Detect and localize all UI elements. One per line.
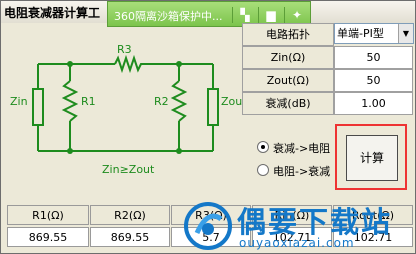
app-window: 电阻衰减器计算工 360隔离沙箱保护中... ▚ ▆ ✦ R3 R1 R2 Zi…	[0, 0, 416, 254]
folder-icon[interactable]: ▆	[262, 6, 280, 24]
sandbox-separator	[284, 7, 285, 23]
pin-icon[interactable]: ✦	[288, 6, 306, 24]
sandbox-folder-icon[interactable]: ▚	[236, 6, 254, 24]
attenuation-row: 衰减(dB) 1.00	[242, 92, 413, 115]
watermark-title: 偶要下载站	[237, 205, 393, 239]
result-header: R2(Ω)	[90, 205, 170, 225]
attenuation-input[interactable]: 1.00	[334, 92, 413, 115]
zout-label: Zout	[221, 95, 243, 108]
calculate-button[interactable]: 计算	[346, 135, 398, 181]
watermark-logo-icon	[184, 202, 232, 250]
r1-label: R1	[81, 95, 96, 108]
site-watermark: 偶要下载站 ouyaoxiazai.com	[183, 199, 415, 253]
result-value: 869.55	[90, 227, 170, 247]
zout-row: Zout(Ω) 50	[242, 69, 413, 92]
topology-value: 单端-PI型	[337, 27, 384, 40]
result-value: 869.55	[7, 227, 89, 247]
zin-row: Zin(Ω) 50	[242, 46, 413, 69]
zout-param-label: Zout(Ω)	[242, 69, 334, 92]
chevron-down-icon[interactable]: ▼	[398, 24, 413, 43]
sandbox-status-text: 360隔离沙箱保护中...	[114, 10, 223, 23]
topology-label: 电路拓扑	[242, 23, 334, 46]
radio-selected-dot	[261, 145, 265, 149]
zin-label: Zin	[10, 95, 28, 108]
sandbox-separator	[258, 7, 259, 23]
zin-input[interactable]: 50	[334, 46, 413, 69]
window-title: 电阻衰减器计算工	[4, 6, 101, 20]
topology-row: 电路拓扑 单端-PI型 ▼	[242, 23, 414, 46]
r3-label: R3	[117, 43, 132, 56]
zout-input[interactable]: 50	[334, 69, 413, 92]
mode-option-label[interactable]: 电阻->衰减	[273, 163, 330, 179]
zin-param-label: Zin(Ω)	[242, 46, 334, 69]
mode-option-label[interactable]: 衰减->电阻	[273, 140, 330, 156]
mode-radio-atten-to-res[interactable]	[257, 141, 269, 153]
impedance-condition-caption: Zin≥Zout	[102, 163, 155, 176]
attenuation-param-label: 衰减(dB)	[242, 92, 334, 115]
mode-radio-res-to-atten[interactable]	[257, 164, 269, 176]
topology-select[interactable]: 单端-PI型 ▼	[334, 23, 414, 44]
result-header: R1(Ω)	[7, 205, 89, 225]
sandbox-separator	[232, 7, 233, 23]
pi-attenuator-schematic: R3 R1 R2 Zin Zout Zin≥Zout	[10, 43, 243, 176]
watermark-url: ouyaoxiazai.com	[239, 236, 355, 250]
r2-label: R2	[154, 95, 169, 108]
